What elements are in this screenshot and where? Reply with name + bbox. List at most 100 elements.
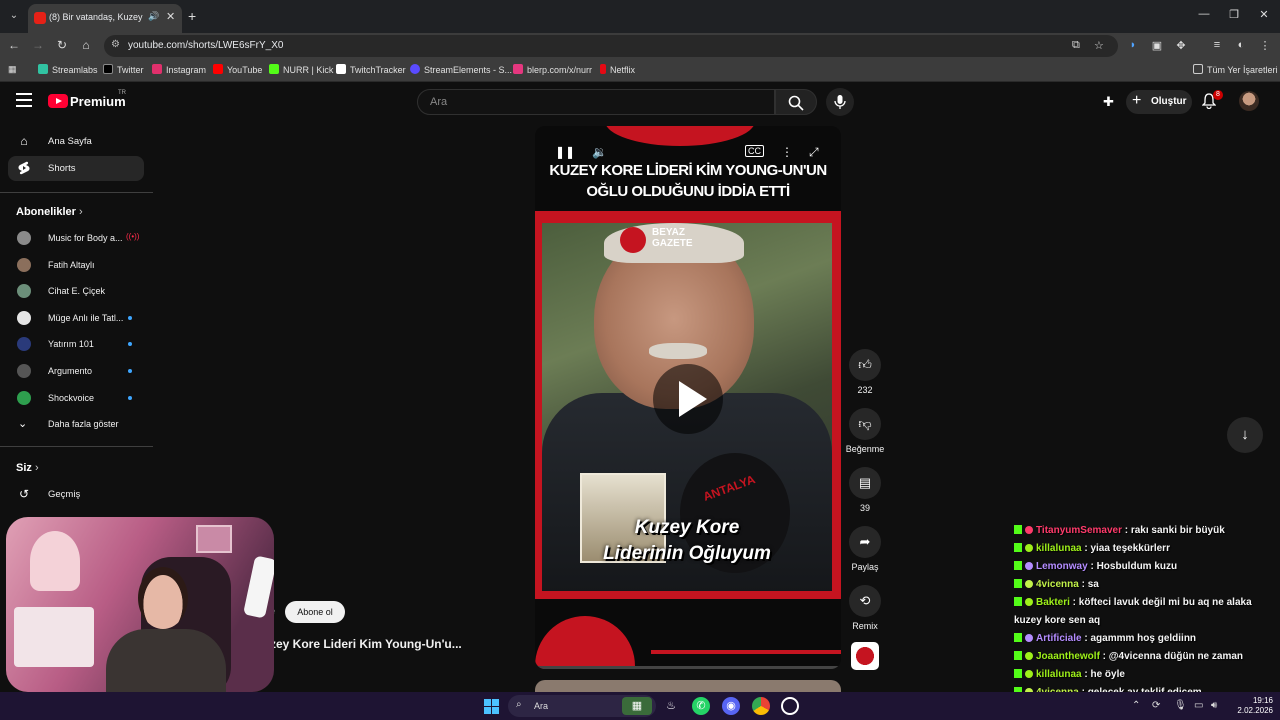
bookmark-streamelements[interactable]: StreamElements - S... — [410, 64, 512, 75]
profile-icon[interactable]: ◐ — [1233, 39, 1249, 51]
chrome-icon[interactable] — [752, 697, 770, 715]
subscription-item[interactable]: Argumento — [8, 359, 144, 383]
discord-icon[interactable]: ◉ — [722, 697, 740, 715]
show-more-button[interactable]: ⌄ Daha fazla göster — [8, 412, 144, 436]
subscription-label: Müge Anlı ile Tatl... — [48, 313, 124, 323]
cast-add-icon[interactable]: ✚ — [1103, 94, 1114, 110]
steam-icon[interactable]: ♨ — [662, 697, 680, 715]
comment-icon[interactable]: ▤ — [849, 467, 881, 499]
search-input[interactable]: Ara — [417, 89, 775, 115]
video-progress-bar[interactable] — [535, 666, 841, 669]
remix-icon[interactable]: ⟲ — [849, 585, 881, 617]
tray-mic-icon[interactable]: 🎙︎ — [1174, 700, 1187, 711]
maximize-icon[interactable]: ❐ — [1224, 8, 1244, 21]
extensions-puzzle-icon[interactable]: ✥ — [1173, 39, 1189, 52]
subscription-item[interactable]: Müge Anlı ile Tatl... — [8, 306, 144, 330]
bookmark-netflix[interactable]: Netflix — [600, 64, 635, 75]
like-action[interactable]: 👍︎ 232 — [843, 349, 887, 395]
tab-audio-icon[interactable]: 🔊 — [148, 11, 159, 22]
bookmark-youtube[interactable]: YouTube — [213, 64, 262, 75]
chat-username[interactable]: Artificiale — [1036, 633, 1082, 644]
chat-username[interactable]: Bakteri — [1036, 597, 1070, 608]
subscribe-button[interactable]: Abone ol — [285, 601, 345, 623]
tray-network-icon[interactable]: ▭ — [1194, 700, 1203, 711]
sidebar-item-shorts[interactable]: Shorts — [8, 156, 144, 181]
subscriptions-heading[interactable]: Abonelikler › — [16, 206, 83, 218]
bookmark-streamlabs[interactable]: Streamlabs — [38, 64, 98, 75]
share-icon[interactable]: ➦ — [849, 526, 881, 558]
chat-username[interactable]: killalunaa — [1036, 669, 1082, 680]
tray-sync-icon[interactable]: ⟳ — [1152, 700, 1160, 711]
next-short-preview[interactable] — [535, 680, 841, 692]
extension-icon[interactable]: ◗ — [1125, 39, 1141, 51]
tab-search-icon[interactable]: ⌄ — [6, 8, 22, 24]
browser-menu-icon[interactable]: ⋮ — [1257, 39, 1273, 52]
you-heading[interactable]: Siz › — [16, 462, 39, 474]
back-icon[interactable]: ← — [6, 38, 22, 52]
chat-username[interactable]: 4vicenna — [1036, 579, 1079, 590]
bookmark-twitchtracker[interactable]: TwitchTracker — [336, 64, 406, 75]
thumbs-down-icon[interactable]: 👎︎ — [849, 408, 881, 440]
captions-icon[interactable]: CC — [745, 145, 764, 157]
tray-volume-icon[interactable]: 🔊︎ — [1211, 700, 1217, 711]
address-bar[interactable]: ⚙ youtube.com/shorts/LWE6sFrY_X0 ⧉ ☆ — [104, 35, 1118, 57]
subscription-item[interactable]: Music for Body a... ((•)) — [8, 226, 144, 250]
reload-icon[interactable]: ↻ — [54, 38, 70, 52]
whatsapp-icon[interactable]: ✆ — [692, 697, 710, 715]
dislike-action[interactable]: 👎︎ Beğenme — [843, 408, 887, 454]
thumbs-up-icon[interactable]: 👍︎ — [849, 349, 881, 381]
comments-action[interactable]: ▤ 39 — [843, 467, 887, 513]
shorts-player[interactable]: ❚❚ 🔉 CC ⋮ ⤢ KUZEY KORE LİDERİ KİM YOUNG-… — [535, 126, 841, 669]
subtitle-line: Kuzey Kore — [634, 517, 740, 538]
hamburger-menu-icon[interactable] — [16, 93, 32, 107]
taskbar-clock[interactable]: 19:16 2.02.2026 — [1227, 696, 1273, 716]
install-app-icon[interactable]: ⧉ — [1072, 39, 1080, 52]
bookmark-instagram[interactable]: Instagram — [152, 64, 206, 75]
voice-search-button[interactable] — [826, 88, 854, 116]
sidebar-item-home[interactable]: ⌂ Ana Sayfa — [8, 129, 144, 154]
subscription-item[interactable]: Fatih Altaylı — [8, 253, 144, 277]
short-title[interactable]: zey Kore Lideri Kim Young-Un'u... — [270, 637, 462, 651]
pause-icon[interactable]: ❚❚ — [555, 145, 575, 159]
chat-username[interactable]: Joaanthewolf — [1036, 651, 1100, 662]
search-highlight-icon[interactable]: ▦ — [622, 697, 652, 715]
create-button[interactable]: + Oluştur — [1126, 90, 1192, 114]
youtube-premium-logo[interactable]: Premium TR — [48, 90, 126, 111]
account-avatar[interactable] — [1239, 91, 1259, 111]
subscription-item[interactable]: Yatırım 101 — [8, 332, 144, 356]
chat-username[interactable]: Lemonway — [1036, 561, 1088, 572]
subscription-item[interactable]: Shockvoice — [8, 386, 144, 410]
minimize-icon[interactable]: — — [1194, 8, 1214, 20]
apps-grid-icon[interactable]: ▦ — [8, 64, 17, 75]
new-tab-icon[interactable]: + — [188, 8, 196, 24]
search-button[interactable] — [775, 89, 817, 115]
forward-icon[interactable]: → — [30, 38, 46, 52]
bookmark-kick[interactable]: NURR | Kick — [269, 64, 333, 75]
window-close-icon[interactable]: ✕ — [1254, 8, 1274, 21]
extension-icon[interactable]: ▣ — [1149, 39, 1165, 52]
bookmark-blerp[interactable]: blerp.com/x/nurr — [513, 64, 592, 75]
fullscreen-icon[interactable]: ⤢ — [809, 145, 819, 160]
volume-icon[interactable]: 🔉 — [592, 145, 607, 159]
play-button[interactable] — [653, 364, 723, 434]
chat-username[interactable]: TitanyumSemaver — [1036, 525, 1122, 536]
tab-close-icon[interactable]: ✕ — [166, 10, 175, 23]
tray-overflow-icon[interactable]: ⌃ — [1132, 700, 1140, 711]
windows-start-icon[interactable] — [484, 699, 499, 714]
chat-username[interactable]: killalunaa — [1036, 543, 1082, 554]
sound-thumbnail[interactable] — [843, 642, 887, 670]
browser-tab[interactable]: (8) Bir vatandaş, Kuzey Kore 🔊 ✕ — [28, 4, 182, 33]
share-action[interactable]: ➦ Paylaş — [843, 526, 887, 572]
media-controls-icon[interactable]: ≡ — [1209, 39, 1225, 51]
sidebar-item-history[interactable]: ↺ Geçmiş — [8, 482, 144, 507]
site-info-icon[interactable]: ⚙ — [111, 39, 120, 50]
obs-icon[interactable] — [781, 697, 799, 715]
bookmark-twitter[interactable]: Twitter — [103, 64, 144, 75]
all-bookmarks[interactable]: Tüm Yer İşaretleri — [1193, 64, 1278, 75]
bookmark-star-icon[interactable]: ☆ — [1094, 39, 1104, 52]
subscription-item[interactable]: Cihat E. Çiçek — [8, 279, 144, 303]
home-icon[interactable]: ⌂ — [78, 38, 94, 52]
remix-action[interactable]: ⟲ Remix — [843, 585, 887, 631]
next-video-arrow-icon[interactable]: ↓ — [1227, 417, 1263, 453]
more-options-icon[interactable]: ⋮ — [781, 145, 793, 159]
